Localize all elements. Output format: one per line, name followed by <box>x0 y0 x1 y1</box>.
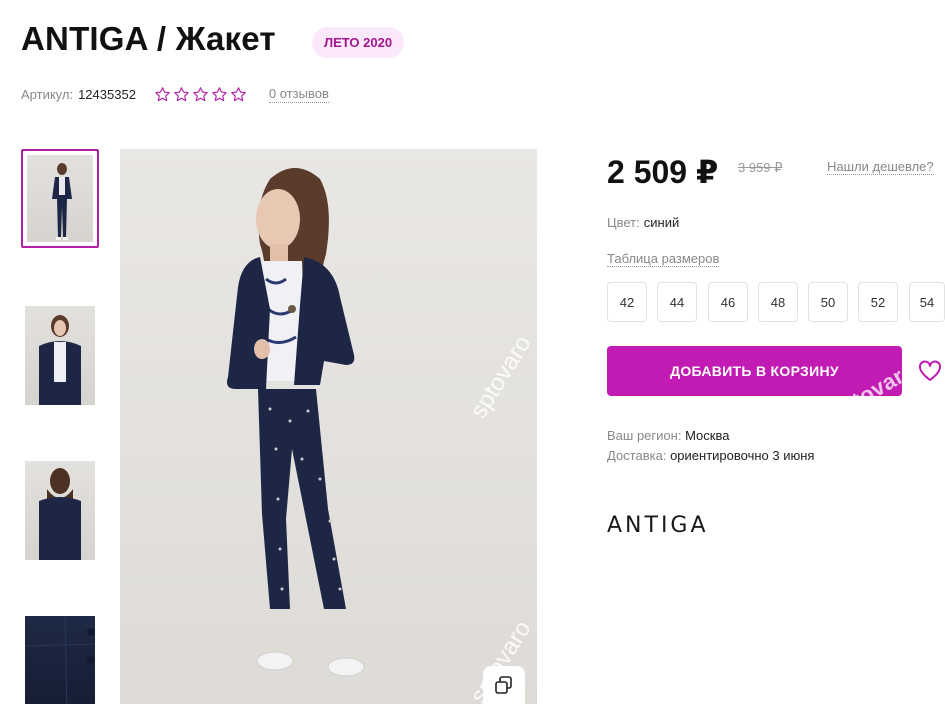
sku-label: Артикул: <box>21 87 74 102</box>
add-to-cart-label: ДОБАВИТЬ В КОРЗИНУ <box>670 363 839 379</box>
thumbnail-1[interactable] <box>21 149 99 248</box>
thumbnail-4[interactable] <box>21 616 99 704</box>
size-option[interactable]: 42 <box>607 282 647 322</box>
star-outline-icon <box>155 87 170 102</box>
found-cheaper-link[interactable]: Нашли дешевле? <box>827 159 934 175</box>
model-illustration <box>227 168 365 677</box>
thumbnail-image <box>27 155 93 242</box>
size-option[interactable]: 46 <box>708 282 748 322</box>
thumbnail-image <box>25 306 95 405</box>
thumbnail-3[interactable] <box>21 461 99 560</box>
size-option[interactable]: 50 <box>808 282 848 322</box>
thumbnail-2[interactable] <box>21 306 99 405</box>
brand-logo[interactable]: ANTIGA <box>607 513 709 538</box>
delivery-label: Доставка: <box>607 448 667 463</box>
color-row: Цвет: синий <box>607 215 679 230</box>
delivery-value: ориентировочно 3 июня <box>670 448 815 463</box>
thumbnail-image <box>25 461 95 560</box>
color-label: Цвет: <box>607 215 640 230</box>
star-outline-icon <box>193 87 208 102</box>
zoom-button[interactable] <box>483 666 525 704</box>
delivery-info: Ваш регион: Москва Доставка: ориентирово… <box>607 426 814 466</box>
star-outline-icon <box>231 87 246 102</box>
size-table-link[interactable]: Таблица размеров <box>607 251 720 267</box>
fabric-detail <box>25 616 95 704</box>
model-back-view <box>39 468 81 560</box>
main-product-photo[interactable]: sptovaro sptovaro <box>120 149 537 704</box>
star-outline-icon <box>174 87 189 102</box>
star-outline-icon <box>212 87 227 102</box>
sku-value: 12435352 <box>78 87 136 102</box>
current-price: 2 509 ₽ <box>607 154 719 190</box>
model-portrait <box>39 315 81 405</box>
add-to-cart-button[interactable]: ДОБАВИТЬ В КОРЗИНУ sptovaro <box>607 346 902 396</box>
region-label: Ваш регион: <box>607 428 682 443</box>
heart-outline-icon <box>919 360 941 381</box>
copy-icon <box>495 676 512 694</box>
old-price: 3 959 ₽ <box>738 160 783 175</box>
reviews-link[interactable]: 0 отзывов <box>268 86 329 103</box>
product-title: ANTIGA / Жакет <box>21 20 276 57</box>
size-option[interactable]: 44 <box>657 282 697 322</box>
favorite-button[interactable] <box>918 360 942 382</box>
thumbnail-image <box>25 616 95 704</box>
region-value[interactable]: Москва <box>685 428 729 443</box>
season-badge: ЛЕТО 2020 <box>312 27 405 58</box>
model-full-figure <box>52 163 72 240</box>
size-option[interactable]: 52 <box>858 282 898 322</box>
size-option[interactable]: 54 <box>909 282 945 322</box>
size-option[interactable]: 48 <box>758 282 798 322</box>
rating-stars[interactable] <box>154 86 247 103</box>
product-meta: Артикул: 12435352 0 отзывов <box>21 86 329 103</box>
color-value: синий <box>643 215 680 230</box>
